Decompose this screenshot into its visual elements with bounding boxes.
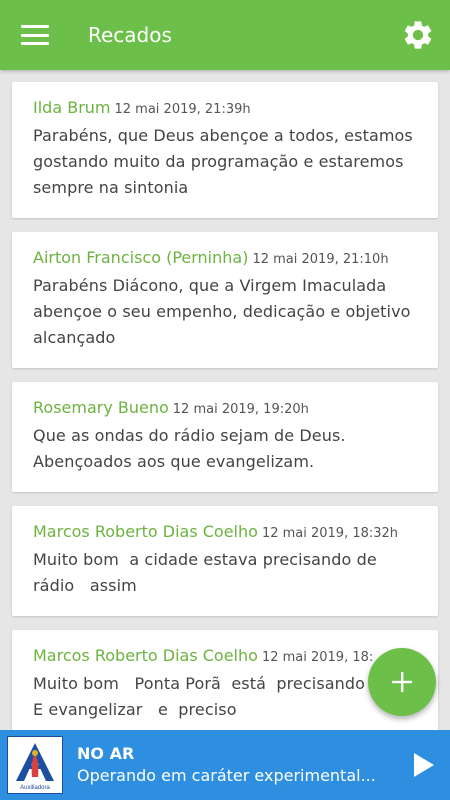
message-text: Parabéns Diácono, que a Virgem Imaculada… [33, 276, 411, 347]
message-timestamp: 12 mai 2019, 19:20h [172, 402, 309, 417]
message-card[interactable]: Ilda Brum 12 mai 2019, 21:39h Parabéns, q… [12, 82, 438, 218]
message-author: Ilda Brum [33, 98, 111, 117]
message-timestamp: 12 mai 2019, 18: [261, 650, 374, 665]
play-button[interactable] [398, 730, 450, 800]
settings-button[interactable] [386, 0, 450, 70]
message-timestamp: 12 mai 2019, 21:10h [252, 252, 389, 267]
gear-icon [404, 21, 432, 49]
hamburger-menu-icon [21, 25, 49, 45]
plus-icon [392, 672, 412, 692]
player-subtitle: Operando em caráter experimental... [77, 766, 376, 785]
player-bar[interactable]: Auxiliadora NO AR Operando em caráter ex… [0, 730, 450, 800]
add-message-button[interactable] [368, 648, 436, 716]
message-author: Marcos Roberto Dias Coelho [33, 646, 258, 665]
message-timestamp: 12 mai 2019, 21:39h [114, 102, 251, 117]
radio-station-logo-icon: Auxiliadora [7, 736, 63, 794]
menu-button[interactable] [0, 0, 70, 70]
logo-caption: Auxiliadora [20, 785, 50, 791]
message-author: Rosemary Bueno [33, 398, 169, 417]
app-bar: Recados [0, 0, 450, 70]
message-author: Airton Francisco (Perninha) [33, 248, 249, 267]
messages-list[interactable]: Ilda Brum 12 mai 2019, 21:39h Parabéns, q… [0, 70, 450, 730]
message-author: Marcos Roberto Dias Coelho [33, 522, 258, 541]
message-text: Parabéns, que Deus abençoe a todos, esta… [33, 126, 413, 197]
message-text: Muito bom a cidade estava precisando de … [33, 550, 377, 595]
play-icon [414, 753, 434, 777]
page-title: Recados [88, 23, 172, 47]
message-card[interactable]: Airton Francisco (Perninha) 12 mai 2019, … [12, 232, 438, 368]
message-timestamp: 12 mai 2019, 18:32h [261, 526, 399, 541]
message-card[interactable]: Marcos Roberto Dias Coelho 12 mai 2019, 1… [12, 506, 438, 616]
player-title: NO AR [77, 744, 135, 763]
message-text: Que as ondas do rádio sejam de Deus. Abe… [33, 426, 346, 471]
message-text: Muito bom Ponta Porã está precisando E e… [33, 674, 366, 719]
message-card[interactable]: Rosemary Bueno 12 mai 2019, 19:20h Que as… [12, 382, 438, 492]
